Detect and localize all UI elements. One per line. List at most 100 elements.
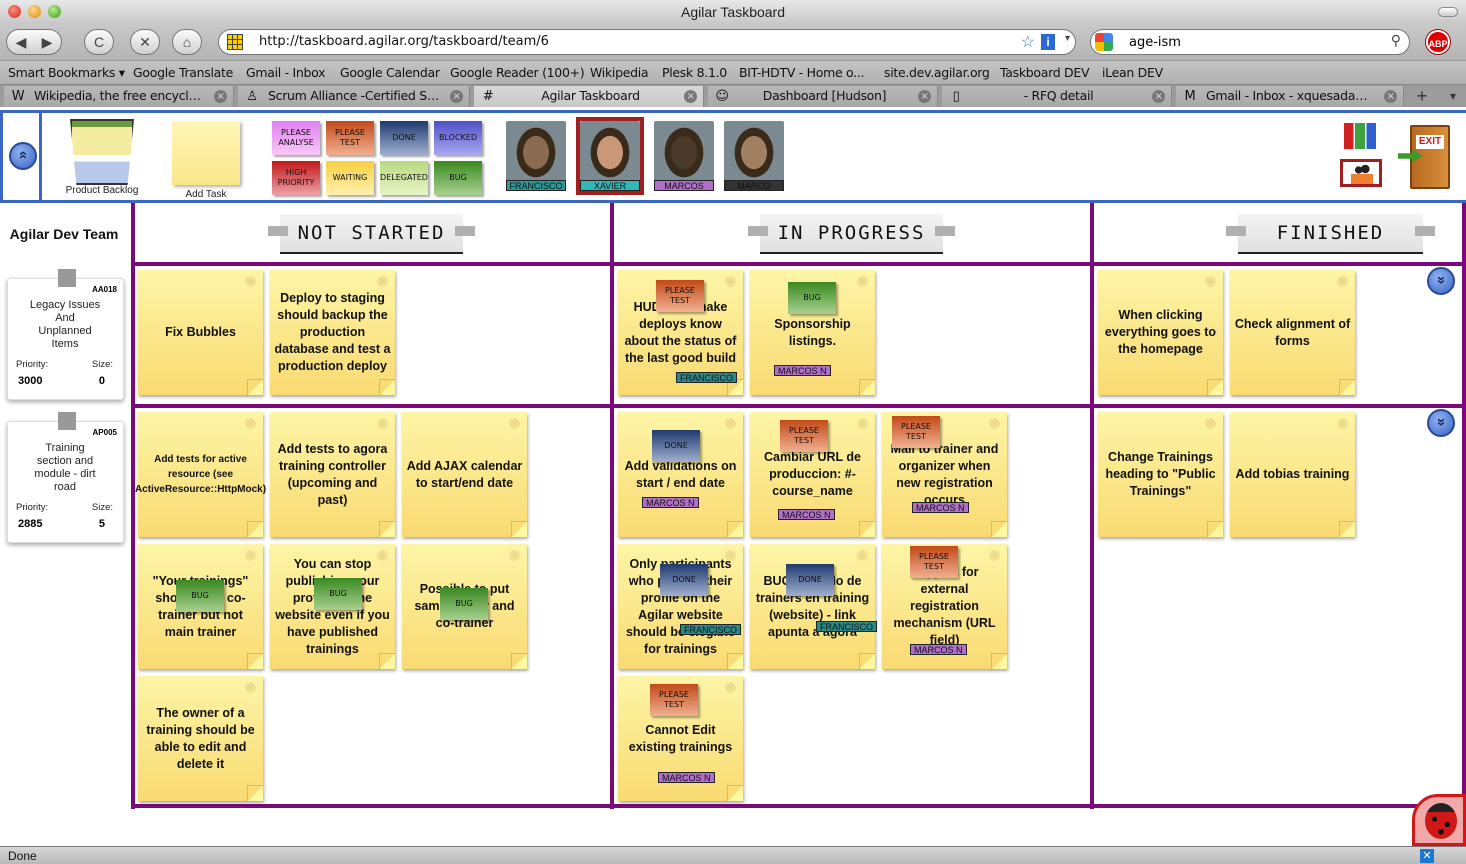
task-note[interactable]: Change Trainings heading to "Public Trai… <box>1098 412 1223 537</box>
task-owner-badge[interactable]: MARCOS N <box>912 502 969 513</box>
task-note[interactable]: BUG: Listado de trainers en training (we… <box>750 544 878 669</box>
delete-task-icon[interactable]: × <box>989 418 1000 429</box>
collapse-all-button[interactable]: « <box>9 142 37 170</box>
delete-task-icon[interactable]: × <box>245 550 256 561</box>
task-note[interactable]: Add validations on start / end date × DONE… <box>618 412 743 537</box>
toolbar-toggle-button[interactable] <box>1438 7 1458 17</box>
back-button[interactable]: ◀ <box>8 30 34 54</box>
add-task-button[interactable]: Add Task <box>168 121 244 201</box>
tab-5[interactable]: ▯ - RFQ detail × <box>942 86 1172 107</box>
task-note[interactable]: Fix Bubbles × <box>138 270 263 395</box>
task-note[interactable]: HUDSON: make deploys know about the stat… <box>618 270 743 395</box>
delete-task-icon[interactable]: × <box>377 418 388 429</box>
task-note[interactable]: Only participants who publish their prof… <box>618 544 743 669</box>
minimize-window-button[interactable] <box>28 5 41 18</box>
bookmark-item[interactable]: Google Calendar <box>340 65 440 80</box>
member-avatar-xavier[interactable]: XAVIER <box>576 117 644 195</box>
task-owner-badge[interactable]: MARCOS N <box>910 644 967 655</box>
delete-task-icon[interactable]: × <box>1205 276 1216 287</box>
delete-task-icon[interactable]: × <box>1337 276 1348 287</box>
task-tag[interactable]: BUG <box>440 588 488 620</box>
url-input[interactable] <box>259 30 989 54</box>
delete-task-icon[interactable]: × <box>857 276 868 287</box>
bookmark-item[interactable]: Gmail - Inbox <box>246 65 326 80</box>
member-avatar-marcos[interactable]: MARCOS <box>654 121 714 191</box>
tab-close-icon[interactable]: × <box>214 90 227 103</box>
search-input[interactable] <box>1129 30 1379 54</box>
search-engine-icon[interactable] <box>1095 33 1113 51</box>
bookmark-star-icon[interactable]: ☆ <box>1021 32 1035 52</box>
tag-waiting[interactable]: WAITING <box>326 161 374 195</box>
task-owner-badge[interactable]: MARCOS N <box>642 497 699 508</box>
delete-task-icon[interactable]: × <box>245 418 256 429</box>
delete-task-icon[interactable]: × <box>725 550 736 561</box>
delete-task-icon[interactable]: × <box>857 418 868 429</box>
task-tag[interactable]: DONE <box>786 564 834 596</box>
task-owner-badge[interactable]: MARCOS N <box>658 772 715 783</box>
task-tag[interactable]: PLEASE TEST <box>892 416 940 448</box>
bookmark-item[interactable]: iLean DEV <box>1102 65 1163 80</box>
task-note[interactable]: Check alignment of forms × <box>1230 270 1355 395</box>
task-owner-badge[interactable]: MARCOS N <box>774 365 831 376</box>
bookmark-item[interactable]: Google Reader (100+) <box>450 65 585 80</box>
delete-task-icon[interactable]: × <box>509 418 520 429</box>
task-tag[interactable]: BUG <box>314 578 362 610</box>
tab-close-icon[interactable]: × <box>1384 90 1397 103</box>
url-history-dropdown-icon[interactable]: ▾ <box>1065 33 1070 44</box>
task-note[interactable]: Add tobias training × <box>1230 412 1355 537</box>
report-bug-button[interactable] <box>1412 794 1466 846</box>
task-note[interactable]: Possible to put same trainer and co-trai… <box>402 544 527 669</box>
home-button[interactable]: ⌂ <box>172 29 202 55</box>
delete-task-icon[interactable]: × <box>1205 418 1216 429</box>
delete-task-icon[interactable]: × <box>989 550 1000 561</box>
close-window-button[interactable] <box>8 5 21 18</box>
task-note[interactable]: You can stop publishing your profile on … <box>270 544 395 669</box>
delete-task-icon[interactable]: × <box>725 418 736 429</box>
tab-close-icon[interactable]: × <box>684 90 697 103</box>
expand-row-button[interactable]: » <box>1427 409 1455 437</box>
site-info-icon[interactable]: i <box>1041 34 1055 50</box>
delete-task-icon[interactable]: × <box>1337 418 1348 429</box>
bookmark-item[interactable]: Wikipedia <box>590 65 649 80</box>
search-icon[interactable]: ⚲ <box>1391 32 1401 49</box>
story-card[interactable]: AA018 Legacy Issues And Unplanned Items Pr… <box>7 269 124 400</box>
exit-button[interactable]: EXIT <box>1398 121 1454 193</box>
tag-test[interactable]: PLEASE TEST <box>326 121 374 155</box>
forward-button[interactable]: ▶ <box>34 30 60 54</box>
bookmark-item[interactable]: Google Translate <box>133 65 233 80</box>
tab-2[interactable]: ♙ Scrum Alliance -Certified Sc... × <box>238 86 470 107</box>
new-tab-button[interactable]: + <box>1408 86 1436 107</box>
bookmark-item[interactable]: BIT-HDTV - Home o... <box>739 65 864 80</box>
binders-icon[interactable] <box>1344 123 1376 149</box>
reload-button[interactable]: C <box>84 29 114 55</box>
story-card[interactable]: AP005 Training section and module - dirt … <box>7 412 124 543</box>
task-tag[interactable]: DONE <box>652 430 700 462</box>
task-note[interactable]: Add tests for active resource (see Activ… <box>135 412 266 537</box>
delete-task-icon[interactable]: × <box>377 550 388 561</box>
bookmark-item[interactable]: Taskboard DEV <box>1000 65 1090 80</box>
delete-task-icon[interactable]: × <box>377 276 388 287</box>
task-note[interactable]: When clicking everything goes to the hom… <box>1098 270 1223 395</box>
tag-done[interactable]: DONE <box>380 121 428 155</box>
task-tag[interactable]: PLEASE TEST <box>910 546 958 578</box>
task-tag[interactable]: PLEASE TEST <box>780 420 828 452</box>
bookmark-item[interactable]: Smart Bookmarks ▾ <box>8 65 125 80</box>
task-note[interactable]: Add AJAX calendar to start/end date × <box>402 412 527 537</box>
task-owner-badge[interactable]: FRANCISCO <box>816 621 878 632</box>
task-note[interactable]: Cambiar URL de produccion: #-course_name… <box>750 412 875 537</box>
extension-status-icon[interactable]: ✕ <box>1420 849 1434 863</box>
delete-task-icon[interactable]: × <box>725 682 736 693</box>
stop-button[interactable]: ✕ <box>130 29 160 55</box>
task-tag[interactable]: PLEASE TEST <box>656 280 704 312</box>
tab-close-icon[interactable]: × <box>450 90 463 103</box>
tag-blocked[interactable]: BLOCKED <box>434 121 482 155</box>
tab-close-icon[interactable]: × <box>1152 90 1165 103</box>
member-avatar-francisco[interactable]: FRANCISCO <box>506 121 566 191</box>
task-owner-badge[interactable]: MARCOS N <box>778 509 835 520</box>
tag-delegated[interactable]: DELEGATED <box>380 161 428 195</box>
tab-3[interactable]: # Agilar Taskboard × <box>474 86 704 107</box>
delete-task-icon[interactable]: × <box>245 276 256 287</box>
bookmark-item[interactable]: site.dev.agilar.org <box>884 65 990 80</box>
task-note[interactable]: The owner of a training should be able t… <box>138 676 263 801</box>
task-owner-badge[interactable]: FRANCISCO <box>676 372 738 383</box>
